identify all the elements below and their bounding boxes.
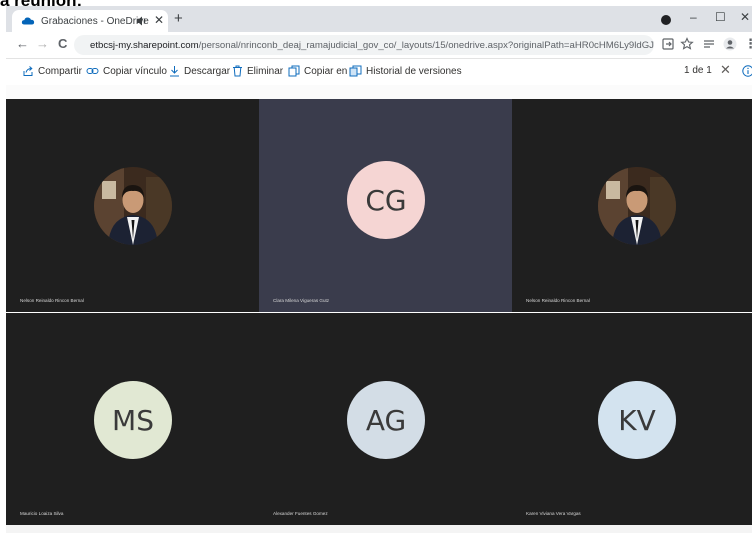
close-viewer-icon[interactable]: ✕ <box>720 63 731 77</box>
avatar-initials: KV <box>618 403 656 437</box>
history-icon <box>349 65 362 77</box>
participant-avatar: CG <box>347 161 425 239</box>
participant-photo <box>94 167 172 245</box>
download-icon <box>170 66 179 77</box>
participant-avatar: MS <box>94 381 172 459</box>
onedrive-cloud-icon <box>21 17 35 25</box>
forward-button[interactable]: → <box>36 37 49 51</box>
delete-label: Eliminar <box>247 65 284 77</box>
page-counter: 1 de 1 <box>684 65 712 76</box>
version-history-button[interactable]: Historial de versiones <box>349 65 462 77</box>
maximize-button[interactable]: ☐ <box>715 10 726 24</box>
share-label: Compartir <box>38 65 82 77</box>
share-icon <box>23 66 33 76</box>
participant-tile[interactable]: MS Mauricio Loaiza Silva <box>6 313 259 525</box>
url-domain: etbcsj-my.sharepoint.com <box>90 39 199 51</box>
share-button[interactable]: Compartir <box>22 65 82 77</box>
download-label: Descargar <box>184 65 231 77</box>
open-in-app-icon[interactable] <box>661 37 675 51</box>
participant-name: Mauricio Loaiza Silva <box>20 511 64 516</box>
reload-button[interactable]: C <box>58 37 67 51</box>
new-tab-button[interactable]: + <box>174 11 183 27</box>
participant-tile[interactable]: AG Alexander Fuentes Gomez <box>259 313 512 525</box>
participant-tile[interactable]: Nelson Reinaldo Rincon Bernal <box>6 99 259 312</box>
delete-button[interactable]: Eliminar <box>232 65 283 77</box>
menu-dots-icon[interactable]: ⋮ <box>744 37 752 51</box>
participant-avatar: KV <box>598 381 676 459</box>
browser-toolbar: ← → C etbcsj-my.sharepoint.com/personal/… <box>6 32 752 59</box>
participant-avatar: AG <box>347 381 425 459</box>
avatar-initials: AG <box>365 403 407 437</box>
copy-to-button[interactable]: Copiar en <box>288 65 347 77</box>
participant-name: Nelson Reinaldo Rincon Bernal <box>526 298 590 303</box>
version-history-label: Historial de versiones <box>366 65 462 77</box>
participant-tile[interactable]: CG Clara Milena Vigueras Gutz <box>259 99 512 312</box>
back-button[interactable]: ← <box>16 37 29 51</box>
participant-tile[interactable]: Nelson Reinaldo Rincon Bernal <box>512 99 752 312</box>
participant-tile[interactable]: KV Karen Viviana Vera Vargas <box>512 313 752 525</box>
copy-link-button[interactable]: Copiar vínculo <box>86 65 167 77</box>
avatar-initials: CG <box>365 183 407 217</box>
profile-avatar-icon[interactable] <box>723 37 737 51</box>
close-window-button[interactable]: ✕ <box>740 10 750 24</box>
viewer-top-strip <box>6 85 752 99</box>
command-bar: Compartir Copiar vínculo Descargar Elimi… <box>6 59 752 85</box>
minimize-button[interactable]: – <box>690 10 697 24</box>
tab-close-icon[interactable]: ✕ <box>154 13 164 27</box>
copy-to-label: Copiar en <box>304 65 348 77</box>
viewer-bottom-strip <box>6 525 752 533</box>
tab-title: Grabaciones - OneDrive <box>41 15 149 27</box>
address-bar[interactable]: etbcsj-my.sharepoint.com/personal/nrinco… <box>74 35 654 55</box>
copy-icon <box>288 65 300 77</box>
browser-tab[interactable]: Grabaciones - OneDrive ✕ <box>12 10 168 32</box>
bookmark-star-icon[interactable] <box>680 37 694 51</box>
copy-link-label: Copiar vínculo <box>103 65 167 77</box>
participant-name: Nelson Reinaldo Rincon Bernal <box>20 298 84 303</box>
extension-icon[interactable] <box>661 15 671 25</box>
download-button[interactable]: Descargar <box>169 65 230 77</box>
url-path: /personal/nrinconb_deaj_ramajudicial_gov… <box>198 39 654 51</box>
participant-name: Karen Viviana Vera Vargas <box>526 511 581 516</box>
participant-photo <box>598 167 676 245</box>
info-icon[interactable] <box>742 65 752 77</box>
participant-name: Alexander Fuentes Gomez <box>273 511 328 516</box>
avatar-initials: MS <box>112 403 154 437</box>
reading-list-icon[interactable] <box>702 37 716 51</box>
url-text: etbcsj-my.sharepoint.com/personal/nrinco… <box>90 40 654 51</box>
browser-tab-strip: Grabaciones - OneDrive ✕ + – ☐ ✕ <box>6 6 752 32</box>
link-icon <box>86 68 99 74</box>
speaker-icon[interactable] <box>136 15 148 27</box>
participant-name: Clara Milena Vigueras Gutz <box>273 298 330 303</box>
trash-icon <box>233 65 242 77</box>
